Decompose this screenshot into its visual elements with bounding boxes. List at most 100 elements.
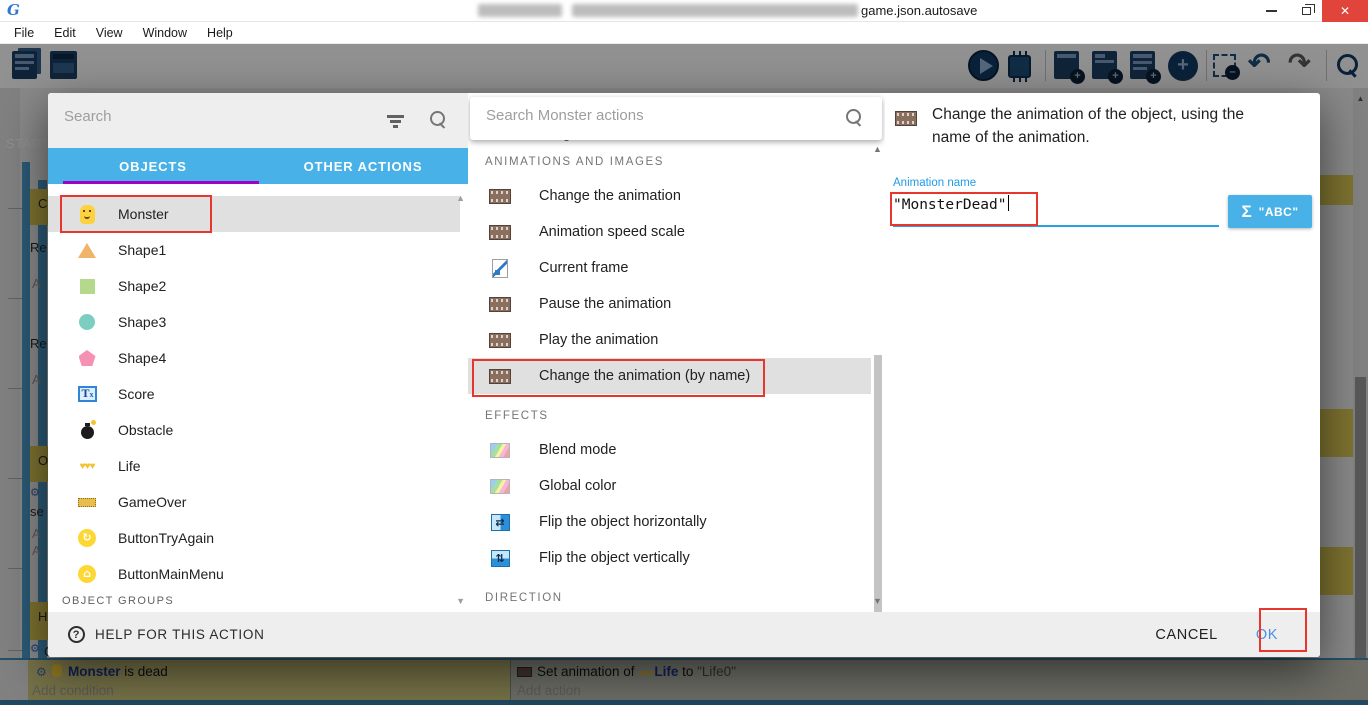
frame-icon: [487, 259, 513, 278]
action-row-pause-animation[interactable]: Pause the animation: [468, 286, 871, 322]
text-object-icon: [75, 386, 99, 402]
object-search-input[interactable]: [64, 108, 364, 125]
object-row-gameover[interactable]: GameOver: [48, 484, 460, 520]
home-button-icon: ⌂: [75, 565, 99, 583]
action-search-bar: [470, 97, 882, 140]
object-row-shape3[interactable]: Shape3: [48, 304, 460, 340]
menu-help[interactable]: Help: [197, 26, 243, 40]
scroll-down-icon[interactable]: ▼: [456, 596, 465, 606]
action-label: Pause the animation: [539, 296, 671, 312]
action-label: Flip the object vertically: [539, 550, 690, 566]
object-label: Monster: [118, 206, 169, 222]
menu-edit[interactable]: Edit: [44, 26, 86, 40]
object-label: Shape3: [118, 314, 166, 330]
object-row-shape2[interactable]: Shape2: [48, 268, 460, 304]
object-label: Shape4: [118, 350, 166, 366]
tab-objects[interactable]: OBJECTS: [48, 148, 258, 184]
animation-name-field[interactable]: "MonsterDead": [893, 195, 1009, 213]
pentagon-icon: [75, 350, 99, 366]
object-row-shape4[interactable]: Shape4: [48, 340, 460, 376]
action-row-current-frame[interactable]: Current frame: [468, 250, 871, 286]
object-row-shape1[interactable]: Shape1: [48, 232, 460, 268]
film-icon: [487, 189, 513, 204]
action-row-global-color[interactable]: Global color: [468, 468, 871, 504]
cancel-button[interactable]: CANCEL: [1135, 617, 1237, 653]
action-row-flip-vertical[interactable]: ⇅ Flip the object vertically: [468, 540, 871, 576]
action-label: Current frame: [539, 260, 628, 276]
action-row-flip-horizontal[interactable]: ⇄ Flip the object horizontally: [468, 504, 871, 540]
action-label: Blend mode: [539, 442, 616, 458]
palette-icon: [487, 443, 513, 458]
sigma-icon: Σ: [1241, 202, 1251, 222]
scroll-up-icon[interactable]: ▲: [456, 193, 465, 203]
action-label: Change the animation: [539, 188, 681, 204]
action-label: Play the animation: [539, 332, 658, 348]
footer-buttons: CANCEL OK: [1135, 617, 1320, 653]
search-icon[interactable]: [846, 109, 864, 127]
action-row-play-animation[interactable]: Play the animation: [468, 322, 871, 358]
object-row-obstacle[interactable]: Obstacle: [48, 412, 460, 448]
object-label: ButtonMainMenu: [118, 566, 224, 582]
menu-window[interactable]: Window: [133, 26, 197, 40]
menu-bar: File Edit View Window Help: [0, 22, 1368, 44]
action-label: Flip the object horizontally: [539, 514, 707, 530]
action-label: Animation speed scale: [539, 224, 685, 240]
retry-button-icon: ↻: [75, 529, 99, 547]
close-icon: ✕: [1340, 4, 1350, 18]
palette-icon: [487, 479, 513, 494]
object-row-life[interactable]: ♥♥♥ Life: [48, 448, 460, 484]
restore-button[interactable]: [1290, 0, 1322, 22]
action-row-change-animation-by-name[interactable]: Change the animation (by name): [468, 358, 871, 394]
filter-icon[interactable]: [387, 115, 404, 118]
action-description: Change the animation of the object, usin…: [895, 103, 1303, 150]
monster-icon: [75, 205, 99, 224]
dialog-footer: ? HELP FOR THIS ACTION CANCEL OK: [48, 612, 1320, 657]
object-label: Life: [118, 458, 141, 474]
action-list: ANIMATIONS AND IMAGES Change the animati…: [468, 140, 871, 612]
action-list-scrollbar[interactable]: ▲ ▼: [871, 140, 885, 612]
expression-button-label: "ABC": [1259, 205, 1299, 219]
banner-icon: [75, 498, 99, 507]
gdevelop-logo-icon: G: [7, 1, 20, 19]
action-search-input[interactable]: [486, 107, 816, 124]
bomb-icon: [75, 422, 99, 439]
action-label: Global color: [539, 478, 616, 494]
object-row-buttontryagain[interactable]: ↻ ButtonTryAgain: [48, 520, 460, 556]
scroll-down-icon[interactable]: ▼: [873, 596, 882, 606]
window-title: game.json.autosave: [861, 3, 977, 18]
app-window: G game.json.autosave ✕ File Edit View Wi…: [0, 0, 1368, 705]
object-row-score[interactable]: Score: [48, 376, 460, 412]
action-row-change-animation[interactable]: Change the animation: [468, 178, 871, 214]
search-icon[interactable]: [430, 111, 448, 129]
object-search-bar: [48, 93, 468, 148]
object-label: Shape1: [118, 242, 166, 258]
menu-view[interactable]: View: [86, 26, 133, 40]
menu-file[interactable]: File: [4, 26, 44, 40]
film-icon: [487, 225, 513, 240]
scrollbar-thumb[interactable]: [874, 355, 882, 612]
scroll-up-icon[interactable]: ▲: [873, 144, 882, 154]
object-label: Obstacle: [118, 422, 173, 438]
tab-other-actions[interactable]: OTHER ACTIONS: [258, 148, 468, 184]
help-icon: ?: [68, 626, 85, 643]
action-row-animation-speed[interactable]: Animation speed scale: [468, 214, 871, 250]
film-icon: [487, 369, 513, 384]
film-icon: [487, 333, 513, 348]
action-row-blend-mode[interactable]: Blend mode: [468, 432, 871, 468]
minimize-button[interactable]: [1252, 0, 1290, 22]
section-header-effects: EFFECTS: [468, 394, 871, 432]
expression-editor-button[interactable]: Σ "ABC": [1228, 195, 1312, 228]
ok-button[interactable]: OK: [1238, 617, 1296, 653]
animation-name-label: Animation name: [893, 177, 976, 189]
help-link[interactable]: ? HELP FOR THIS ACTION: [68, 626, 265, 643]
object-row-buttonmainmenu[interactable]: ⌂ ButtonMainMenu: [48, 556, 460, 592]
action-description-text: Change the animation of the object, usin…: [932, 103, 1284, 150]
object-selector-panel: OBJECTS OTHER ACTIONS Monster Shape1 Sha…: [48, 93, 468, 612]
object-label: Score: [118, 386, 155, 402]
minimize-icon: [1266, 10, 1277, 12]
title-bar: G game.json.autosave ✕: [0, 0, 1368, 22]
close-button[interactable]: ✕: [1322, 0, 1368, 22]
help-label: HELP FOR THIS ACTION: [95, 627, 265, 642]
object-row-monster[interactable]: Monster: [48, 196, 460, 232]
film-icon: [895, 111, 917, 126]
